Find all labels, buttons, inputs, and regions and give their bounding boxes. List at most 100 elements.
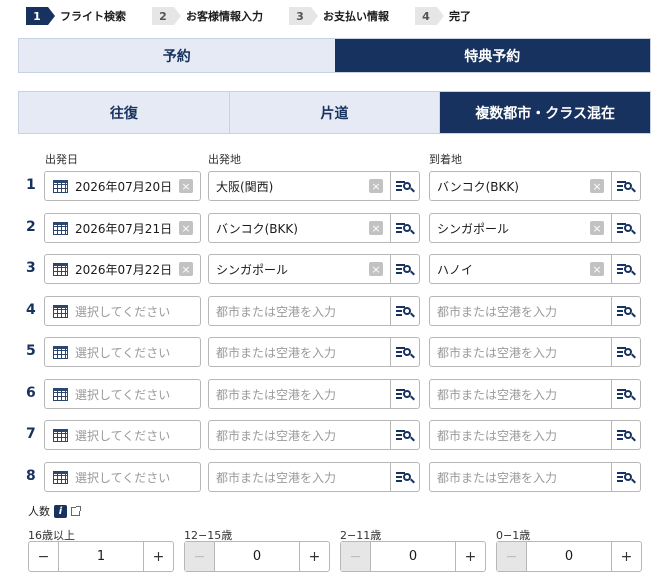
calendar-icon [53,387,68,401]
increment-button[interactable]: + [612,542,641,571]
destination-list-search-button[interactable] [612,462,641,492]
segment-row: 1 2026年07月20日 × 大阪(関西) × バンコク(BKK) × [0,171,660,201]
segment-row: 4 選択してください 都市または空港を入力 都市または空港を入力 [0,296,660,326]
external-link-icon[interactable] [71,505,81,516]
departure-date-field[interactable]: 選択してください [44,296,201,326]
passenger-count-value[interactable]: 1 [58,542,144,571]
destination-input[interactable]: 都市または空港を入力 [429,337,612,367]
list-search-icon [617,222,636,235]
decrement-button[interactable]: − [29,542,58,571]
segment-number: 2 [26,219,36,235]
destination-input[interactable]: 都市または空港を入力 [429,379,612,409]
departure-date-field[interactable]: 2026年07月22日 × [44,254,201,284]
origin-input[interactable]: 都市または空港を入力 [208,337,391,367]
destination-list-search-button[interactable] [612,296,641,326]
destination-list-search-button[interactable] [612,337,641,367]
date-placeholder: 選択してください [75,470,171,485]
step-number: 2 [152,7,181,25]
origin-input[interactable]: 大阪(関西) × [208,171,391,201]
increment-button[interactable]: + [300,542,329,571]
clear-icon[interactable]: × [590,221,604,235]
origin-input[interactable]: シンガポール × [208,254,391,284]
origin-placeholder: 都市または空港を入力 [216,387,337,402]
tab-oneway[interactable]: 片道 [229,92,441,133]
segment-row: 8 選択してください 都市または空港を入力 都市または空港を入力 [0,462,660,492]
origin-list-search-button[interactable] [391,462,420,492]
destination-input[interactable]: 都市または空港を入力 [429,420,612,450]
step-number: 4 [415,7,444,25]
segment-number: 3 [26,260,36,276]
origin-list-search-button[interactable] [391,296,420,326]
tab-multicity[interactable]: 複数都市・クラス混在 [440,92,651,133]
origin-input[interactable]: バンコク(BKK) × [208,213,391,243]
decrement-button[interactable]: − [341,542,370,571]
tab-roundtrip[interactable]: 往復 [19,92,230,133]
departure-date-field[interactable]: 2026年07月20日 × [44,171,201,201]
destination-input[interactable]: シンガポール × [429,213,612,243]
origin-list-search-button[interactable] [391,213,420,243]
increment-button[interactable]: + [144,542,173,571]
departure-date-field[interactable]: 選択してください [44,337,201,367]
decrement-button[interactable]: − [185,542,214,571]
destination-input[interactable]: 都市または空港を入力 [429,462,612,492]
origin-list-search-button[interactable] [391,171,420,201]
destination-input[interactable]: バンコク(BKK) × [429,171,612,201]
destination-placeholder: 都市または空港を入力 [437,428,558,443]
origin-value: バンコク(BKK) [216,221,298,236]
list-search-icon [396,263,415,276]
origin-list-search-button[interactable] [391,420,420,450]
origin-placeholder: 都市または空港を入力 [216,470,337,485]
origin-value: 大阪(関西) [216,179,274,194]
origin-placeholder: 都市または空港を入力 [216,304,337,319]
destination-list-search-button[interactable] [612,420,641,450]
clear-icon[interactable]: × [369,221,383,235]
info-icon[interactable]: i [54,504,67,518]
departure-date-field[interactable]: 選択してください [44,379,201,409]
calendar-icon [53,345,68,359]
destination-input[interactable]: ハノイ × [429,254,612,284]
clear-icon[interactable]: × [369,179,383,193]
list-search-icon [396,305,415,318]
passenger-count-value[interactable]: 0 [214,542,300,571]
origin-list-search-button[interactable] [391,254,420,284]
departure-date-field[interactable]: 2026年07月21日 × [44,213,201,243]
passenger-count-value[interactable]: 0 [370,542,456,571]
destination-placeholder: 都市または空港を入力 [437,470,558,485]
clear-icon[interactable]: × [369,262,383,276]
tab-reserve[interactable]: 予約 [19,39,335,72]
departure-date-field[interactable]: 選択してください [44,420,201,450]
clear-icon[interactable]: × [590,179,604,193]
destination-list-search-button[interactable] [612,379,641,409]
decrement-button[interactable]: − [497,542,526,571]
origin-input[interactable]: 都市または空港を入力 [208,420,391,450]
destination-value: バンコク(BKK) [437,179,519,194]
destination-list-search-button[interactable] [612,213,641,243]
list-search-icon [396,222,415,235]
clear-icon[interactable]: × [590,262,604,276]
list-search-icon [617,429,636,442]
destination-list-search-button[interactable] [612,171,641,201]
destination-input[interactable]: 都市または空港を入力 [429,296,612,326]
clear-icon[interactable]: × [179,179,193,193]
destination-list-search-button[interactable] [612,254,641,284]
origin-list-search-button[interactable] [391,337,420,367]
trip-type-tabs: 往復 片道 複数都市・クラス混在 [18,91,651,134]
step-number: 1 [26,7,55,25]
increment-button[interactable]: + [456,542,485,571]
list-search-icon [396,180,415,193]
segment-number: 4 [26,302,36,318]
passenger-count-value[interactable]: 0 [526,542,612,571]
departure-date-header: 出発日 [45,153,78,166]
tab-award-reserve[interactable]: 特典予約 [334,39,650,72]
departure-date-field[interactable]: 選択してください [44,462,201,492]
segment-number: 5 [26,343,36,359]
passenger-stepper: − 1 + [28,541,174,572]
clear-icon[interactable]: × [179,262,193,276]
origin-input[interactable]: 都市または空港を入力 [208,296,391,326]
origin-input[interactable]: 都市または空港を入力 [208,462,391,492]
destination-placeholder: 都市または空港を入力 [437,387,558,402]
clear-icon[interactable]: × [179,221,193,235]
origin-list-search-button[interactable] [391,379,420,409]
origin-input[interactable]: 都市または空港を入力 [208,379,391,409]
date-placeholder: 選択してください [75,387,171,402]
